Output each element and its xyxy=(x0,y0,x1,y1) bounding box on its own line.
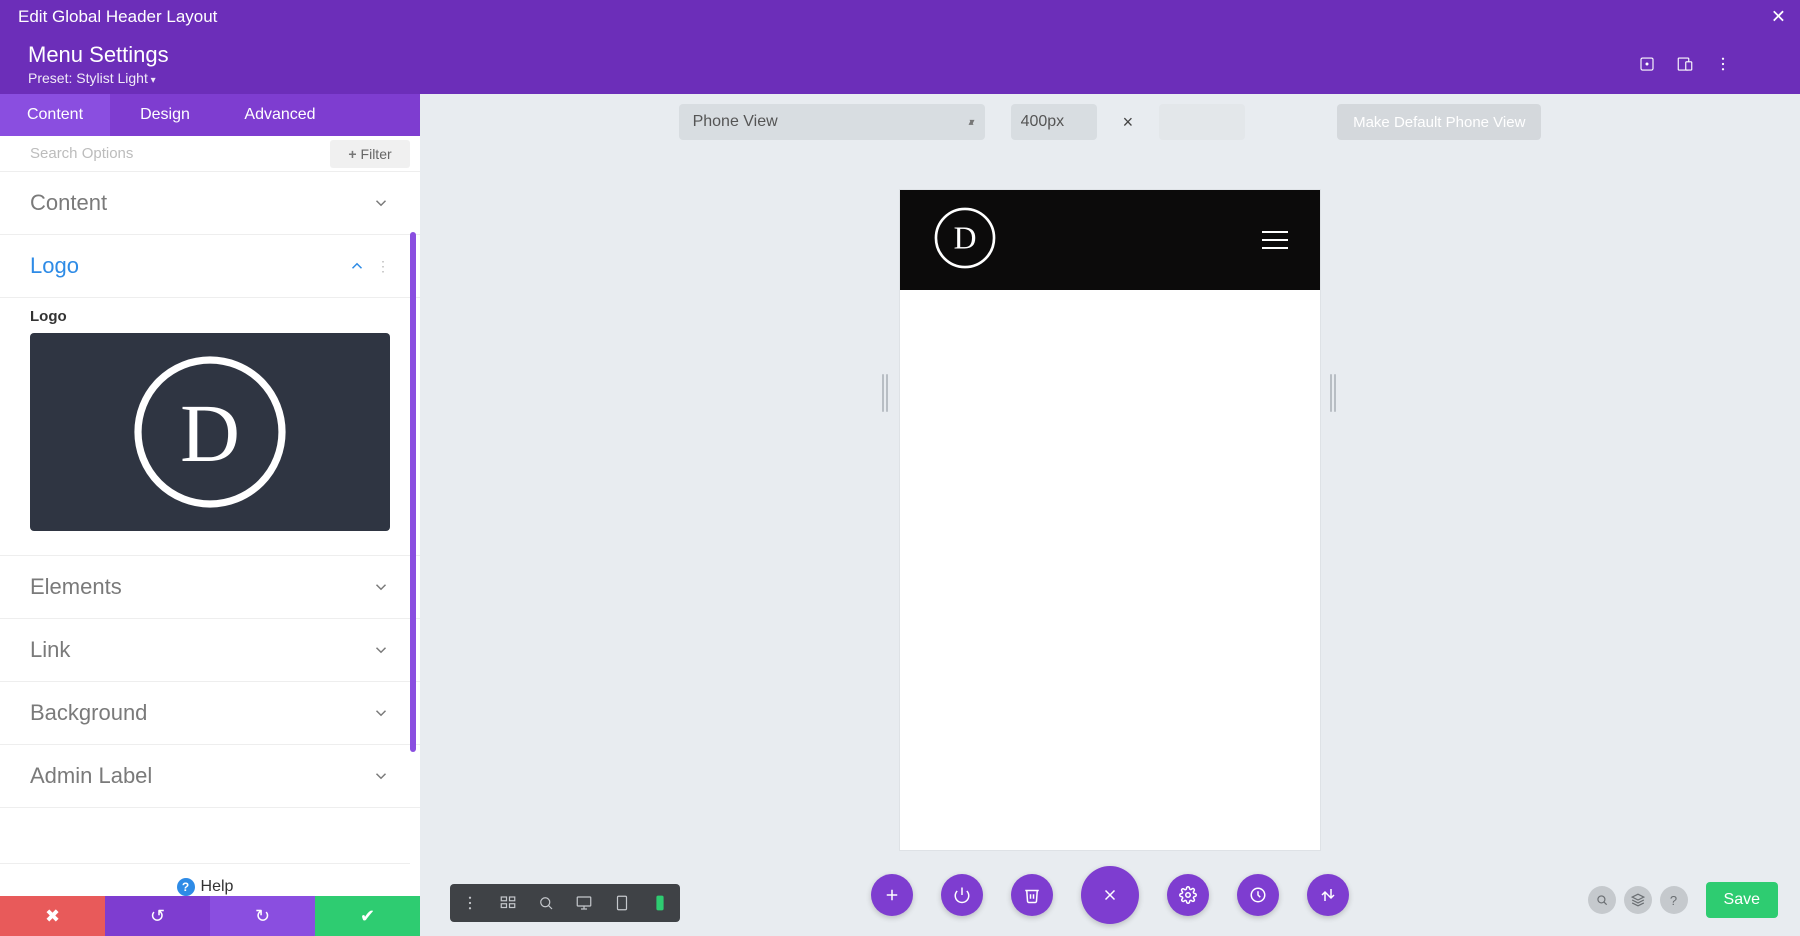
section-link-toggle[interactable]: Link xyxy=(0,619,420,682)
save-button[interactable]: Save xyxy=(1706,882,1778,918)
chevron-down-icon xyxy=(372,704,390,722)
zoom-view-icon[interactable] xyxy=(536,893,556,913)
close-settings-button[interactable] xyxy=(1081,866,1139,924)
close-button[interactable]: ✕ xyxy=(1771,7,1786,28)
section-menu-icon[interactable]: ⋮ xyxy=(376,258,390,275)
resize-handle-left[interactable] xyxy=(882,374,888,412)
desktop-view-icon[interactable] xyxy=(574,893,594,913)
height-input[interactable] xyxy=(1159,104,1245,140)
power-button[interactable] xyxy=(941,874,983,916)
section-background-toggle[interactable]: Background xyxy=(0,682,420,745)
chevron-down-icon xyxy=(372,578,390,596)
tablet-view-icon[interactable] xyxy=(612,893,632,913)
settings-sidebar: Content Design Advanced Search Options F… xyxy=(0,94,420,936)
section-logo-toggle[interactable]: Logo ⋮ xyxy=(0,235,420,298)
logo-preview[interactable]: D xyxy=(30,333,390,531)
responsive-toolbar xyxy=(450,884,680,922)
preset-selector[interactable]: Preset: Stylist Light xyxy=(28,70,169,86)
history-button[interactable] xyxy=(1237,874,1279,916)
add-button[interactable] xyxy=(871,874,913,916)
page-actions-toolbar xyxy=(871,866,1349,924)
filter-button[interactable]: Filter xyxy=(330,140,410,168)
chevron-down-icon xyxy=(372,641,390,659)
help-link[interactable]: ? Help xyxy=(0,863,410,896)
make-default-button[interactable]: Make Default Phone View xyxy=(1337,104,1541,140)
section-content-toggle[interactable]: Content xyxy=(0,172,420,235)
phone-preview: D xyxy=(900,190,1320,850)
select-chevron-icon: ▴▾ xyxy=(969,117,971,128)
top-bar: Edit Global Header Layout ✕ xyxy=(0,0,1800,34)
settings-panel: Content Logo ⋮ Logo D Elements Link Back… xyxy=(0,172,420,936)
tab-content[interactable]: Content xyxy=(0,94,110,136)
confirm-button[interactable]: ✔ xyxy=(315,896,420,936)
page-settings-button[interactable] xyxy=(1167,874,1209,916)
delete-button[interactable] xyxy=(1011,874,1053,916)
tab-advanced[interactable]: Advanced xyxy=(220,94,340,136)
hamburger-menu-icon[interactable] xyxy=(1262,231,1288,249)
search-tool-icon[interactable] xyxy=(1588,886,1616,914)
preview-logo: D xyxy=(932,205,998,276)
search-input[interactable]: Search Options xyxy=(30,145,133,162)
section-elements-toggle[interactable]: Elements xyxy=(0,556,420,619)
corner-tools: ? Save xyxy=(1588,882,1778,918)
section-admin-label-toggle[interactable]: Admin Label xyxy=(0,745,420,808)
portability-button[interactable] xyxy=(1307,874,1349,916)
width-input[interactable]: 400px xyxy=(1011,104,1097,140)
preview-canvas: Phone View ▴▾ 400px × Make Default Phone… xyxy=(420,34,1800,936)
wireframe-view-icon[interactable] xyxy=(498,893,518,913)
toolbar-menu-icon[interactable] xyxy=(460,893,480,913)
chevron-down-icon xyxy=(372,194,390,212)
logo-section-body: Logo D xyxy=(0,298,420,556)
logo-field-label: Logo xyxy=(30,308,390,325)
redo-button[interactable]: ↻ xyxy=(210,896,315,936)
svg-text:D: D xyxy=(954,220,977,255)
window-title: Edit Global Header Layout xyxy=(18,7,217,27)
chevron-down-icon xyxy=(372,767,390,785)
discard-button[interactable]: ✖ xyxy=(0,896,105,936)
chevron-up-icon xyxy=(348,257,366,275)
undo-button[interactable]: ↺ xyxy=(105,896,210,936)
panel-title: Menu Settings xyxy=(28,42,169,68)
help-icon: ? xyxy=(177,878,195,896)
scrollbar-thumb[interactable] xyxy=(410,232,416,752)
help-tool-icon[interactable]: ? xyxy=(1660,886,1688,914)
svg-text:D: D xyxy=(180,387,240,479)
phone-view-icon[interactable] xyxy=(650,893,670,913)
resize-handle-right[interactable] xyxy=(1330,374,1336,412)
times-icon: × xyxy=(1123,112,1134,133)
tab-design[interactable]: Design xyxy=(110,94,220,136)
preview-header: D xyxy=(900,190,1320,290)
view-selector[interactable]: Phone View ▴▾ xyxy=(679,104,985,140)
layers-tool-icon[interactable] xyxy=(1624,886,1652,914)
